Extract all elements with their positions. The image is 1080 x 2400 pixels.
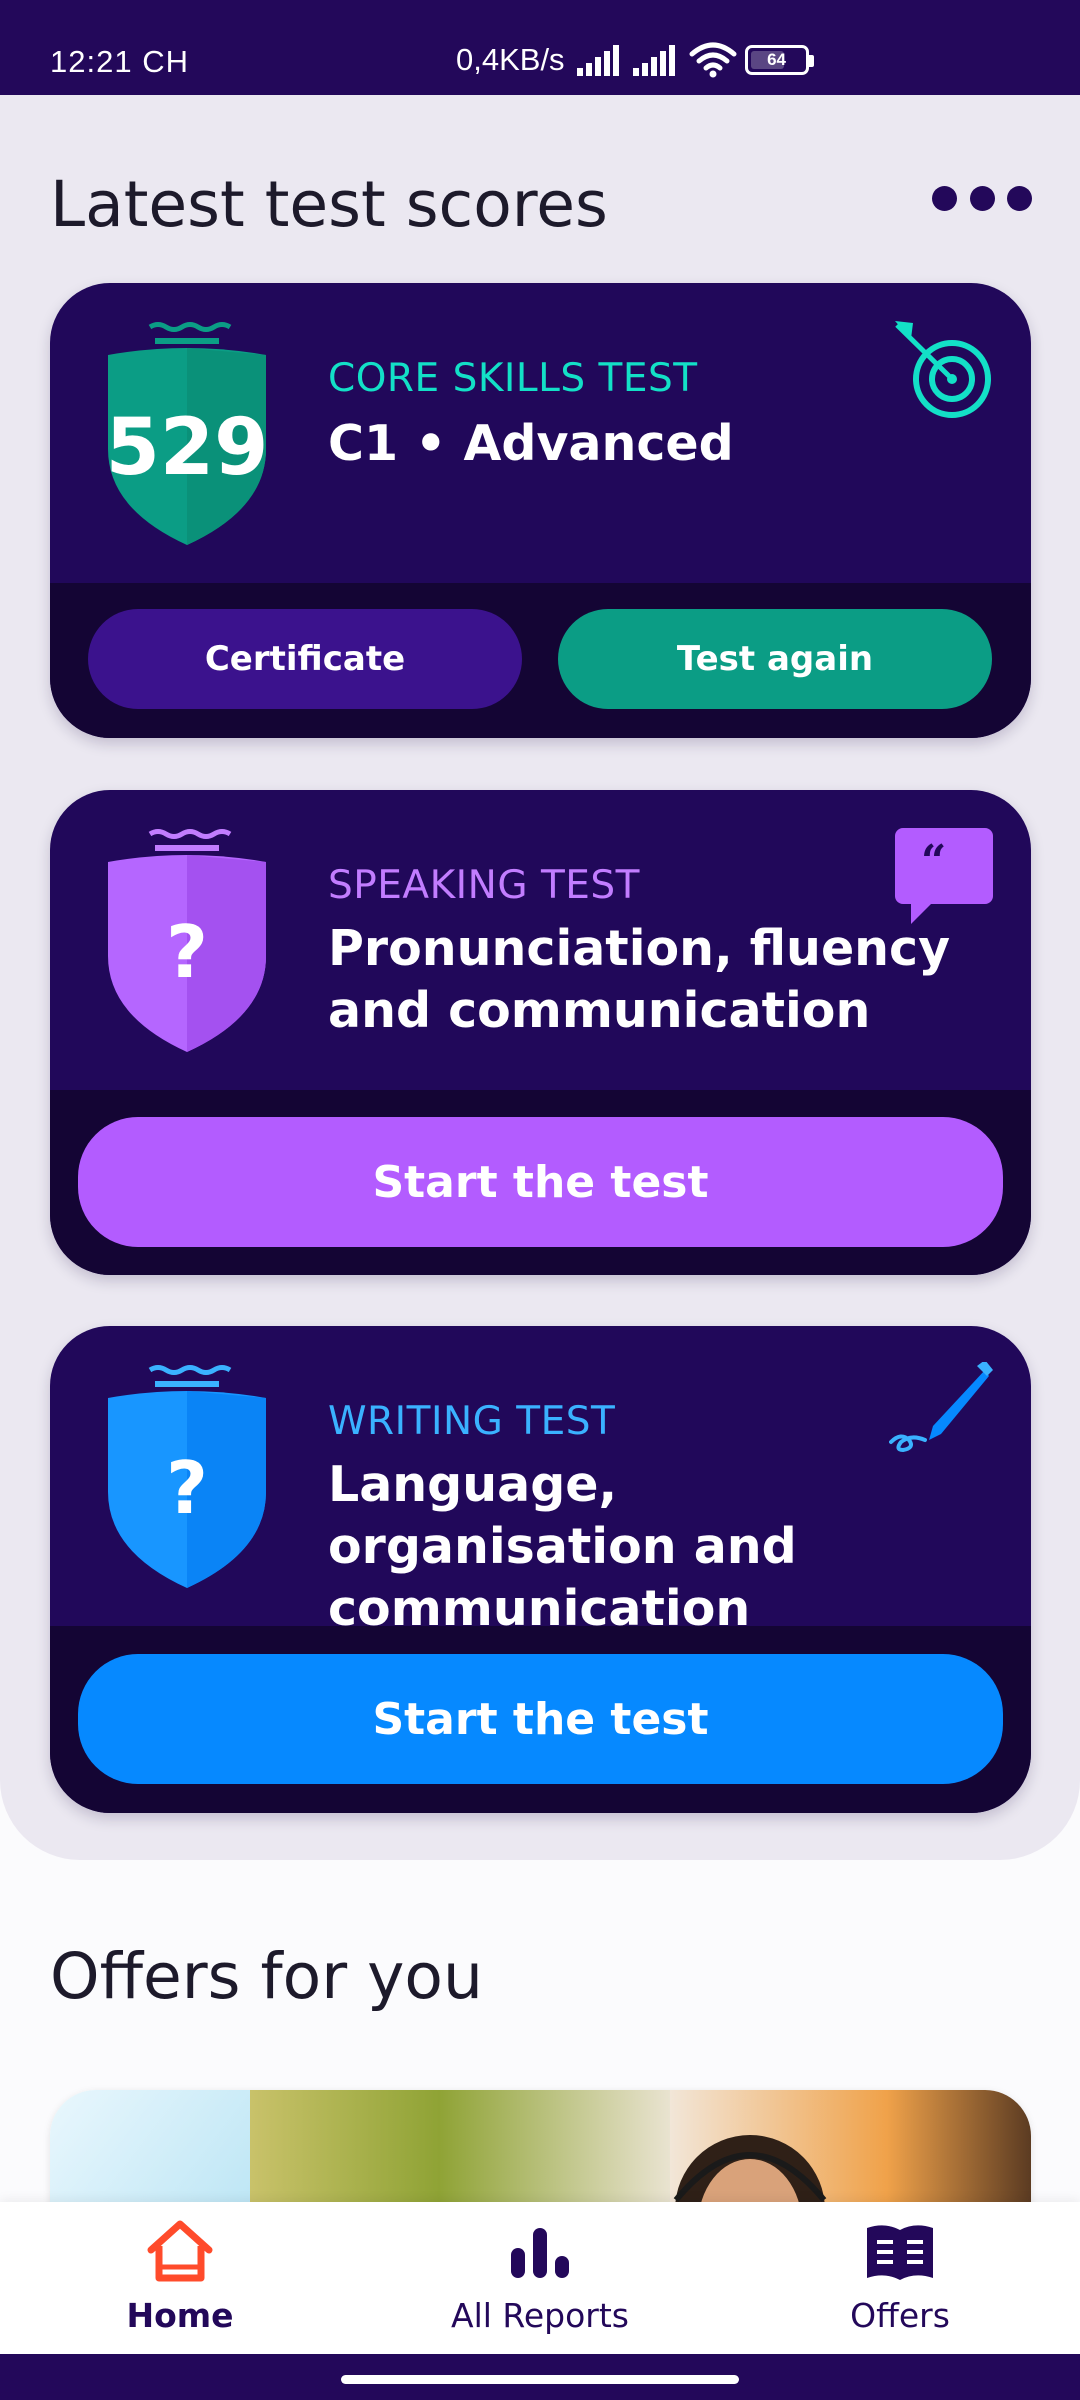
wifi-icon (689, 42, 737, 78)
test-again-button[interactable]: Test again (558, 609, 992, 709)
speaking-test-card: ? SPEAKING TEST Pronunciation, fluency a… (50, 790, 1031, 1275)
start-speaking-test-button[interactable]: Start the test (78, 1117, 1003, 1247)
certificate-button[interactable]: Certificate (88, 609, 522, 709)
nav-label: Home (126, 2296, 234, 2335)
writing-test-card: ? WRITING TEST Language, organisation an… (50, 1326, 1031, 1813)
test-kind: SPEAKING TEST (328, 863, 641, 908)
nav-item-all-reports[interactable]: All Reports (420, 2220, 660, 2340)
nav-label: All Reports (451, 2296, 629, 2335)
core-skills-card: 529 CORE SKILLS TEST C1 • Advanced Certi… (50, 283, 1031, 738)
score-value: 529 (105, 403, 269, 493)
test-kind: CORE SKILLS TEST (328, 356, 698, 401)
bar-chart-icon (511, 2228, 569, 2278)
pen-icon (889, 1362, 993, 1453)
book-icon (867, 2225, 933, 2280)
bottom-nav: Home All Reports Offers (0, 2202, 1080, 2354)
status-bar: 12:21 CH 0,4KB/s 64 (0, 0, 1080, 95)
more-horizontal-icon (932, 185, 957, 211)
status-time: 12:21 CH (50, 44, 189, 79)
writing-score: ? (166, 1446, 208, 1530)
target-icon (895, 321, 991, 418)
status-indicators: 0,4KB/s 64 (456, 40, 814, 80)
start-writing-test-button[interactable]: Start the test (78, 1654, 1003, 1784)
gesture-bar (0, 2354, 1080, 2400)
svg-text:“: “ (921, 836, 946, 887)
nav-item-offers[interactable]: Offers (780, 2220, 1020, 2340)
offers-title: Offers for you (50, 1940, 483, 2013)
speaking-score: ? (166, 910, 208, 994)
home-icon (147, 2220, 213, 2282)
test-level: C1 • Advanced (328, 415, 734, 472)
signal-icon (632, 45, 675, 76)
gesture-handle[interactable] (341, 2375, 739, 2384)
test-kind: WRITING TEST (328, 1399, 616, 1444)
nav-label: Offers (850, 2296, 950, 2335)
test-description: Pronunciation, fluency and communication (328, 920, 951, 1039)
speech-bubble-icon: “ (895, 828, 993, 924)
battery-level: 64 (767, 50, 787, 69)
nav-item-home[interactable]: Home (60, 2220, 300, 2340)
network-speed: 0,4KB/s (456, 42, 565, 77)
more-options-button[interactable] (932, 178, 1032, 218)
battery-icon: 64 (744, 45, 814, 75)
section-title: Latest test scores (50, 168, 608, 241)
signal-icon (576, 45, 619, 76)
test-description: Language, organisation and communication (328, 1456, 797, 1637)
